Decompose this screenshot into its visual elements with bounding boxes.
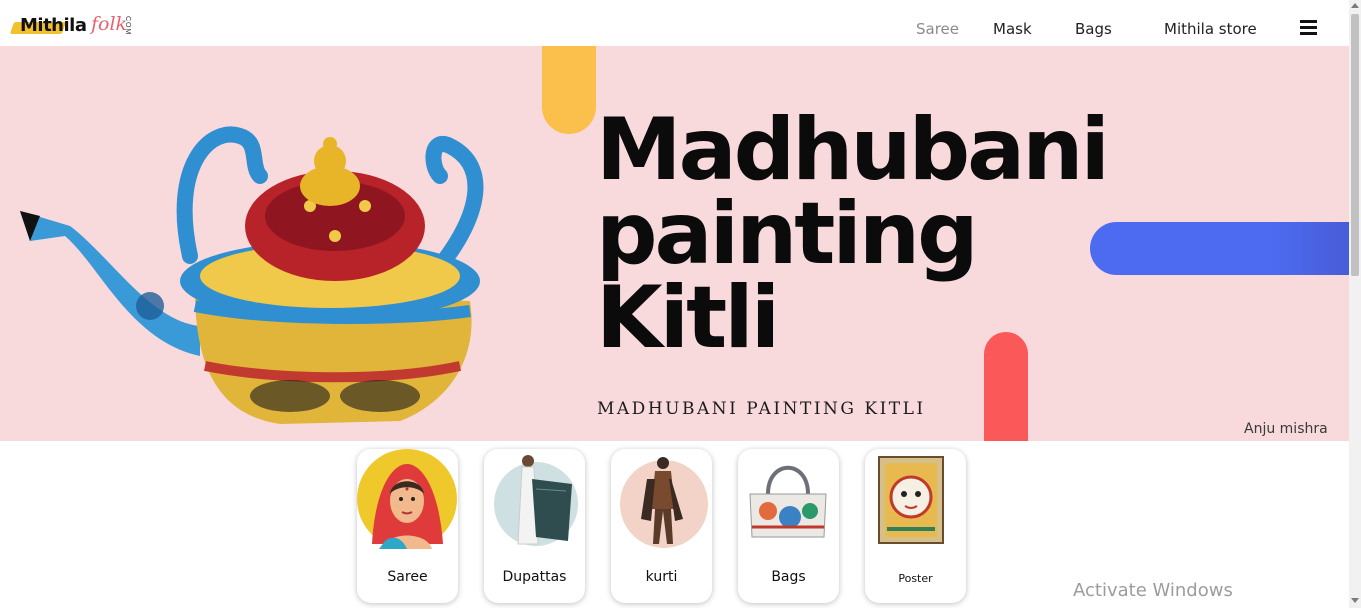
title-line-1: Madhubani (596, 100, 1110, 200)
title-line-3: Kitli (596, 268, 780, 368)
blue-pill-decoration (1090, 222, 1349, 275)
logo-suffix: COM (124, 16, 131, 36)
category-card-dupattas[interactable]: Dupattas (484, 449, 585, 603)
title-line-2: painting (596, 184, 979, 284)
category-label: Dupattas (502, 569, 567, 585)
saree-woman-avatar-icon (357, 449, 457, 549)
category-card-bags[interactable]: Bags (738, 449, 839, 603)
nav-mithila-store[interactable]: Mithila store (1164, 20, 1257, 38)
logo-accent: folk (91, 13, 128, 35)
nav-mask[interactable]: Mask (993, 20, 1032, 38)
scroll-up-arrow-icon[interactable] (1351, 3, 1359, 8)
madhubani-face-poster-icon (878, 456, 944, 544)
activate-windows-watermark: Activate Windows (1073, 580, 1233, 601)
hamburger-menu-icon[interactable] (1300, 20, 1317, 35)
nav-bags[interactable]: Bags (1075, 20, 1112, 38)
hero-banner[interactable]: Madhubani painting Kitli MADHUBANI PAINT… (0, 46, 1349, 441)
nav-saree[interactable]: Saree (916, 20, 959, 38)
banner-subtitle: MADHUBANI PAINTING KITLI (597, 399, 926, 419)
dupatta-figure-icon (494, 455, 578, 546)
category-label: Saree (387, 569, 428, 585)
logo-brand: Mithila (20, 15, 87, 36)
category-card-saree[interactable]: Saree (357, 449, 458, 603)
banner-author: Anju mishra (1244, 421, 1328, 437)
category-card-poster[interactable]: Poster (865, 449, 966, 603)
kurti-figure-icon (620, 457, 708, 548)
site-header: Mithila folk COM Saree Mask Bags Mithila… (0, 0, 1349, 46)
painted-kettle-image (20, 126, 484, 424)
painted-handbag-icon (749, 465, 827, 538)
yellow-pill-decoration (542, 46, 596, 134)
banner-title: Madhubani painting Kitli (596, 100, 1110, 368)
category-card-kurti[interactable]: kurti (611, 449, 712, 603)
category-label: Poster (898, 572, 933, 585)
page-scrollbar[interactable] (1349, 0, 1361, 608)
scroll-down-arrow-icon[interactable] (1351, 598, 1359, 603)
mithilafolk-logo[interactable]: Mithila folk COM (9, 10, 137, 40)
category-label: kurti (645, 569, 678, 585)
scroll-thumb[interactable] (1351, 14, 1359, 276)
category-label: Bags (771, 569, 806, 585)
